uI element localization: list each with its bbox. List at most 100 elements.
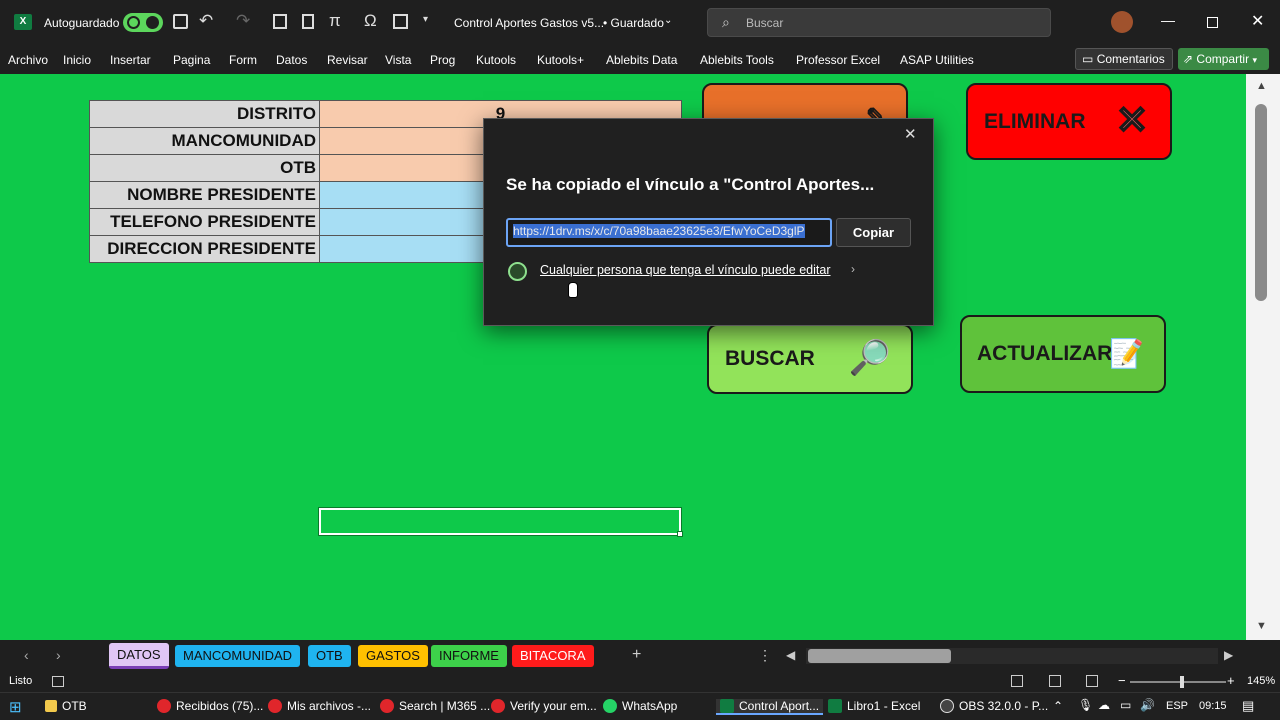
volume-icon[interactable]: 🔊 xyxy=(1140,698,1155,712)
tab-form[interactable]: Form xyxy=(229,53,257,67)
taskbar-item-mis-archivos[interactable]: Mis archivos -... xyxy=(268,699,371,713)
tab-vista[interactable]: Vista xyxy=(385,53,411,67)
tab-inicio[interactable]: Inicio xyxy=(63,53,91,67)
tab-archivo[interactable]: Archivo xyxy=(8,53,48,67)
zoom-level[interactable]: 145% xyxy=(1247,675,1275,687)
zoom-slider-thumb[interactable] xyxy=(1180,676,1184,688)
opera-icon xyxy=(268,699,282,713)
sheet-tab-datos[interactable]: DATOS xyxy=(109,643,169,669)
restore-icon[interactable] xyxy=(1207,17,1218,28)
language-indicator[interactable]: ESP xyxy=(1166,700,1188,712)
taskbar-item-search[interactable]: Search | M365 ... xyxy=(380,699,490,713)
taskbar-label: OTB xyxy=(62,699,87,713)
buscar-label: BUSCAR xyxy=(725,347,815,370)
notification-icon[interactable]: ▤ xyxy=(1242,698,1254,714)
form-icon[interactable] xyxy=(273,14,287,29)
magnifier-icon: 🔎 xyxy=(848,339,891,377)
tab-revisar[interactable]: Revisar xyxy=(327,53,368,67)
fill-handle[interactable] xyxy=(677,531,683,537)
normal-view-icon[interactable] xyxy=(1011,675,1023,687)
sheet-tab-otb[interactable]: OTB xyxy=(308,645,351,667)
document-icon[interactable] xyxy=(302,14,314,29)
label-mancomunidad: MANCOMUNIDAD xyxy=(89,127,320,155)
tab-insertar[interactable]: Insertar xyxy=(110,53,151,67)
redo-icon[interactable]: ↷ xyxy=(236,11,250,31)
sheet-tab-bitacora[interactable]: BITACORA xyxy=(512,645,594,667)
document-title[interactable]: Control Aportes Gastos v5... xyxy=(454,16,604,30)
comments-button[interactable]: ▭ Comentarios xyxy=(1075,48,1173,70)
omega-icon[interactable]: Ω xyxy=(364,11,377,31)
minimize-icon[interactable]: — xyxy=(1161,12,1175,28)
tab-prog[interactable]: Prog xyxy=(430,53,455,67)
add-sheet-icon[interactable]: + xyxy=(632,646,641,664)
tab-kutools[interactable]: Kutools xyxy=(476,53,516,67)
search-box[interactable]: ⌕ Buscar xyxy=(707,8,1051,37)
actualizar-label: ACTUALIZAR xyxy=(977,342,1113,365)
actualizar-button[interactable]: ACTUALIZAR 📝 xyxy=(960,315,1166,393)
sheet-tab-mancomunidad[interactable]: MANCOMUNIDAD xyxy=(175,645,301,667)
dialog-close-icon[interactable]: ✕ xyxy=(904,125,917,143)
permission-link[interactable]: Cualquier persona que tenga el vínculo p… xyxy=(540,263,831,277)
taskbar-label: Verify your em... xyxy=(510,699,597,713)
horizontal-scrollbar[interactable] xyxy=(806,648,1218,664)
tab-ablebits-tools[interactable]: Ablebits Tools xyxy=(700,53,774,67)
scroll-down-icon[interactable]: ▼ xyxy=(1256,620,1267,632)
share-icon: ⇗ xyxy=(1183,52,1194,66)
tray-chevron-icon[interactable]: ⌃ xyxy=(1053,699,1063,713)
close-icon[interactable]: ✕ xyxy=(1251,11,1264,31)
table-icon[interactable] xyxy=(393,14,408,29)
save-icon[interactable] xyxy=(173,14,188,29)
page-layout-icon[interactable] xyxy=(1049,675,1061,687)
clock[interactable]: 09:15 xyxy=(1199,700,1227,712)
avatar[interactable] xyxy=(1111,11,1133,33)
title-bar: X Autoguardado ↶ ↷ π Ω ▾ Control Aportes… xyxy=(0,0,1280,44)
chevron-down-icon[interactable]: ⌄ xyxy=(664,15,672,26)
taskbar-item-libro1[interactable]: Libro1 - Excel xyxy=(828,699,920,713)
more-options-icon[interactable]: ⋮ xyxy=(758,647,772,664)
taskbar-item-whatsapp[interactable]: WhatsApp xyxy=(603,699,677,713)
link-input[interactable]: https://1drv.ms/x/c/70a98baae23625e3/Efw… xyxy=(506,218,832,247)
microphone-icon[interactable]: 🎙 xyxy=(1078,698,1093,712)
vertical-scrollbar[interactable]: ▲ ▼ xyxy=(1246,74,1280,640)
pi-icon[interactable]: π xyxy=(329,11,341,31)
tab-kutools-plus[interactable]: Kutools+ xyxy=(537,53,584,67)
hscroll-thumb[interactable] xyxy=(808,649,951,663)
scroll-left-icon[interactable]: ◀ xyxy=(786,648,795,662)
share-button[interactable]: ⇗ Compartir ▾ xyxy=(1178,48,1269,70)
selected-cell[interactable] xyxy=(318,507,683,537)
zoom-out-icon[interactable]: − xyxy=(1118,673,1126,688)
zoom-slider[interactable] xyxy=(1130,676,1226,688)
next-sheet-icon[interactable]: › xyxy=(56,647,61,663)
chevron-right-icon[interactable]: › xyxy=(851,262,855,276)
taskbar-item-otb[interactable]: OTB xyxy=(45,699,87,713)
saved-status[interactable]: • Guardado xyxy=(603,16,664,30)
tab-asap-utilities[interactable]: ASAP Utilities xyxy=(900,53,974,67)
sheet-tab-gastos[interactable]: GASTOS xyxy=(358,645,428,667)
scroll-right-icon[interactable]: ▶ xyxy=(1224,648,1233,662)
scroll-thumb[interactable] xyxy=(1255,104,1267,301)
tab-ablebits-data[interactable]: Ablebits Data xyxy=(606,53,677,67)
tab-pagina[interactable]: Pagina xyxy=(173,53,210,67)
opera-icon xyxy=(380,699,394,713)
undo-icon[interactable]: ↶ xyxy=(199,11,213,31)
cloud-icon[interactable]: ☁ xyxy=(1098,698,1110,712)
network-icon[interactable]: ▭ xyxy=(1120,698,1131,712)
customize-qat-icon[interactable]: ▾ xyxy=(423,14,428,25)
taskbar-item-recibidos[interactable]: Recibidos (75)... xyxy=(157,699,263,713)
eliminar-button[interactable]: ELIMINAR ✕ xyxy=(966,83,1172,160)
autosave-toggle[interactable] xyxy=(123,13,163,32)
taskbar-item-verify[interactable]: Verify your em... xyxy=(491,699,597,713)
tab-professor-excel[interactable]: Professor Excel xyxy=(796,53,880,67)
zoom-in-icon[interactable]: + xyxy=(1227,673,1235,688)
copy-button[interactable]: Copiar xyxy=(836,218,911,247)
scroll-up-icon[interactable]: ▲ xyxy=(1256,80,1267,92)
taskbar-item-control-aportes[interactable]: Control Aport... xyxy=(716,699,824,715)
tab-datos[interactable]: Datos xyxy=(276,53,307,67)
prev-sheet-icon[interactable]: ‹ xyxy=(24,647,29,663)
page-break-icon[interactable] xyxy=(1086,675,1098,687)
taskbar-item-obs[interactable]: OBS 32.0.0 - P... xyxy=(940,699,1048,713)
windows-start-icon[interactable]: ⊞ xyxy=(9,698,22,716)
accessibility-icon[interactable] xyxy=(52,676,64,687)
sheet-tab-informe[interactable]: INFORME xyxy=(431,645,507,667)
buscar-button[interactable]: BUSCAR 🔎 xyxy=(707,324,913,394)
